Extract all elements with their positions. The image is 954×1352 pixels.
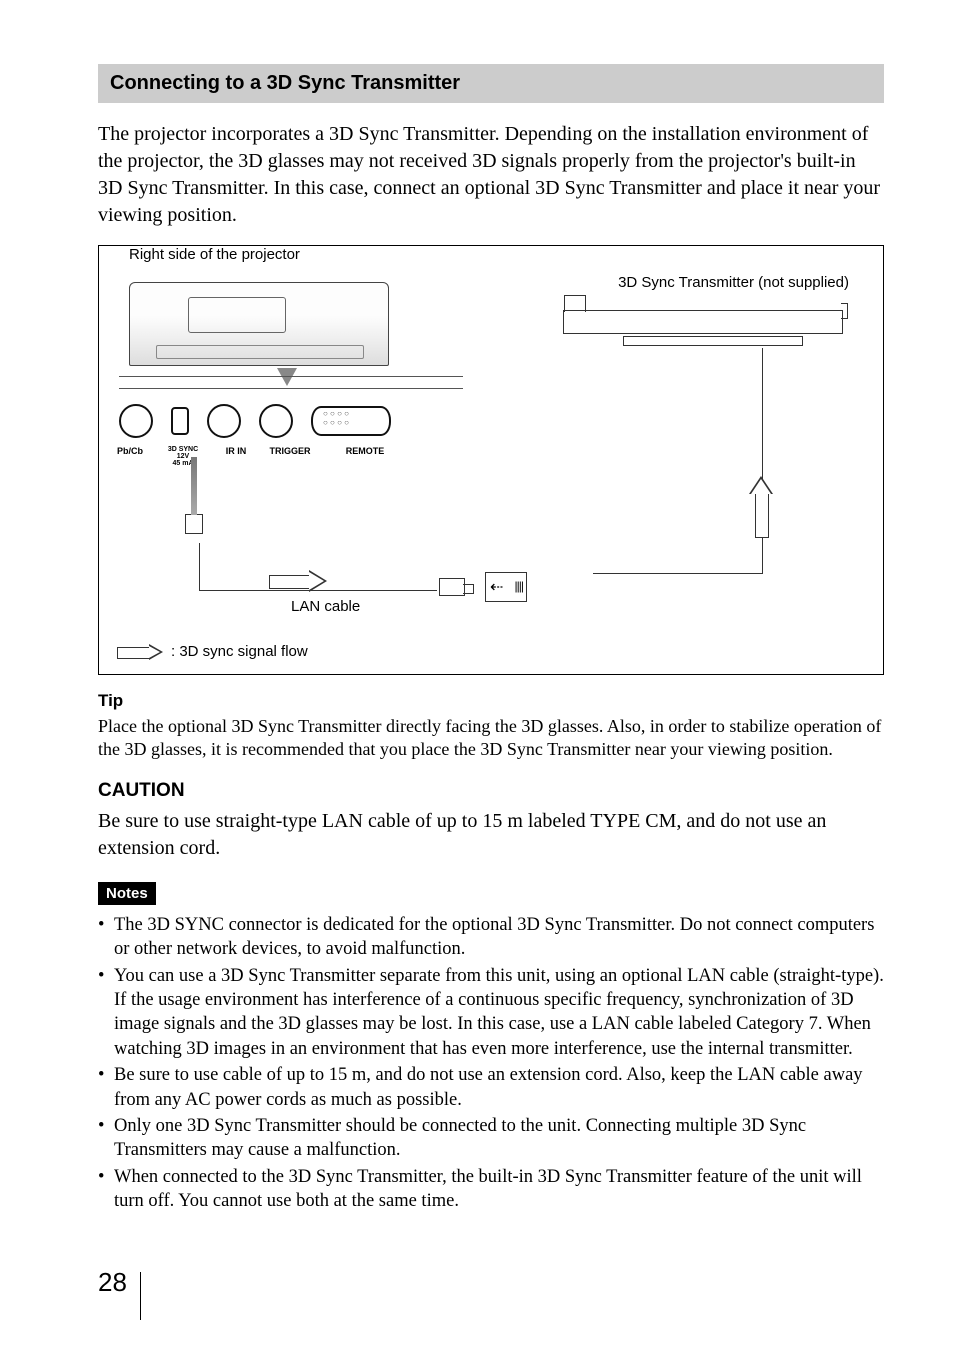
zoom-arrow-icon (277, 368, 297, 386)
port-remote (311, 406, 391, 436)
projector-illustration (129, 282, 389, 366)
legend-text: : 3D sync signal flow (171, 643, 308, 660)
list-item: You can use a 3D Sync Transmitter separa… (98, 964, 884, 1062)
port-labels: Pb/Cb 3D SYNC 12V 45 mA IR IN TRIGGER RE… (113, 446, 403, 467)
transmitter-label: 3D Sync Transmitter (not supplied) (618, 274, 849, 291)
notes-list: The 3D SYNC connector is dedicated for t… (98, 913, 884, 1214)
port-3d-sync (171, 407, 189, 435)
legend-arrow-icon (117, 644, 163, 660)
list-item: When connected to the 3D Sync Transmitte… (98, 1165, 884, 1214)
page-number: 28 (98, 1267, 127, 1298)
section-title: Connecting to a 3D Sync Transmitter (98, 64, 884, 103)
connection-diagram: Right side of the projector Pb/Cb 3D SYN… (98, 245, 884, 675)
lan-plug-left-icon (439, 578, 465, 596)
cable-connector-icon (185, 514, 203, 534)
intro-paragraph: The projector incorporates a 3D Sync Tra… (98, 121, 884, 229)
lan-cable-label: LAN cable (291, 598, 360, 615)
port-pb-cb (119, 404, 153, 438)
port-ir-in (207, 404, 241, 438)
port-trigger (259, 404, 293, 438)
transmitter-illustration (563, 310, 843, 334)
lan-plug-right-icon (485, 572, 527, 602)
page-tick (140, 1272, 141, 1320)
signal-arrow-up-icon (751, 476, 771, 536)
list-item: Only one 3D Sync Transmitter should be c… (98, 1114, 884, 1163)
list-item: Be sure to use cable of up to 15 m, and … (98, 1063, 884, 1112)
notes-heading: Notes (98, 882, 156, 905)
signal-arrow-right-icon (269, 570, 329, 592)
list-item: The 3D SYNC connector is dedicated for t… (98, 913, 884, 962)
diagram-legend: : 3D sync signal flow (117, 643, 308, 660)
caution-text: Be sure to use straight-type LAN cable o… (98, 808, 884, 862)
projector-label: Right side of the projector (129, 246, 300, 263)
tip-heading: Tip (98, 691, 884, 711)
port-row (119, 404, 391, 438)
caution-heading: CAUTION (98, 780, 884, 802)
tip-text: Place the optional 3D Sync Transmitter d… (98, 715, 884, 762)
